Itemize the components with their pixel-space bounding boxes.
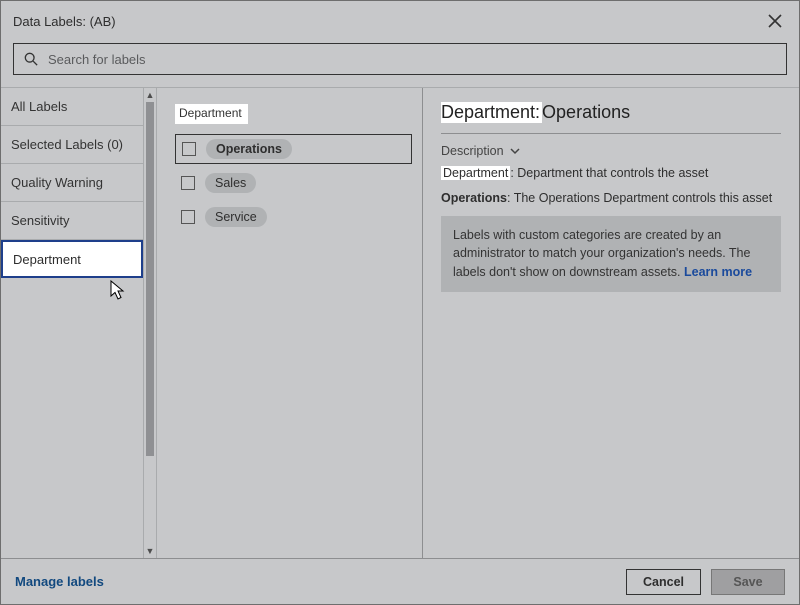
close-icon [768,14,782,28]
save-button[interactable]: Save [711,569,785,595]
desc1-rest: : Department that controls the asset [510,166,708,180]
label-row-operations[interactable]: Operations [175,134,412,164]
label-list: Operations Sales Service [175,134,412,232]
scroll-track[interactable] [144,102,156,544]
sidebar-item-label: All Labels [11,99,67,114]
detail-panel: Department:Operations Description Depart… [423,88,799,558]
titlebar: Data Labels: (AB) [1,1,799,39]
checkbox-operations[interactable] [182,142,196,156]
info-box: Labels with custom categories are create… [441,216,781,292]
divider [441,133,781,134]
labels-panel: Department Operations Sales Service [157,88,423,558]
category-chip: Department [175,104,248,124]
search-section [1,39,799,88]
label-pill: Service [205,207,267,227]
scroll-thumb[interactable] [146,102,154,456]
footer-buttons: Cancel Save [626,569,785,595]
manage-labels-link[interactable]: Manage labels [15,574,104,589]
detail-title-value: Operations [542,102,630,122]
data-labels-dialog: Data Labels: (AB) All Labels Selected La… [0,0,800,605]
dialog-body: All Labels Selected Labels (0) Quality W… [1,88,799,558]
desc1-prefix: Department [441,166,510,180]
description-line-1: Department: Department that controls the… [441,164,781,183]
detail-title-prefix: Department: [441,102,542,123]
checkbox-sales[interactable] [181,176,195,190]
label-pill: Sales [205,173,256,193]
sidebar-item-label: Department [13,252,81,267]
scroll-up-icon[interactable]: ▲ [144,88,156,102]
search-input[interactable] [46,51,778,68]
sidebar-item-sensitivity[interactable]: Sensitivity [1,202,143,240]
desc2-rest: : The Operations Department controls thi… [507,191,772,205]
desc2-prefix: Operations [441,191,507,205]
search-icon [22,50,40,68]
description-toggle[interactable]: Description [441,144,781,158]
sidebar-item-label: Sensitivity [11,213,70,228]
sidebar-item-label: Quality Warning [11,175,103,190]
sidebar: All Labels Selected Labels (0) Quality W… [1,88,157,558]
sidebar-item-department[interactable]: Department [1,240,143,278]
sidebar-item-all-labels[interactable]: All Labels [1,88,143,126]
sidebar-item-label: Selected Labels (0) [11,137,123,152]
description-header-label: Description [441,144,504,158]
learn-more-link[interactable]: Learn more [684,265,752,279]
sidebar-item-quality-warning[interactable]: Quality Warning [1,164,143,202]
checkbox-service[interactable] [181,210,195,224]
search-bar[interactable] [13,43,787,75]
sidebar-scrollbar[interactable]: ▲ ▼ [143,88,157,558]
dialog-footer: Manage labels Cancel Save [1,558,799,604]
scroll-down-icon[interactable]: ▼ [144,544,156,558]
close-button[interactable] [763,9,787,33]
label-row-service[interactable]: Service [175,202,412,232]
dialog-title: Data Labels: (AB) [13,14,116,29]
sidebar-item-selected-labels[interactable]: Selected Labels (0) [1,126,143,164]
label-row-sales[interactable]: Sales [175,168,412,198]
label-pill: Operations [206,139,292,159]
cancel-button[interactable]: Cancel [626,569,701,595]
chevron-down-icon [510,146,520,156]
description-line-2: Operations: The Operations Department co… [441,189,781,208]
detail-title: Department:Operations [441,102,781,123]
